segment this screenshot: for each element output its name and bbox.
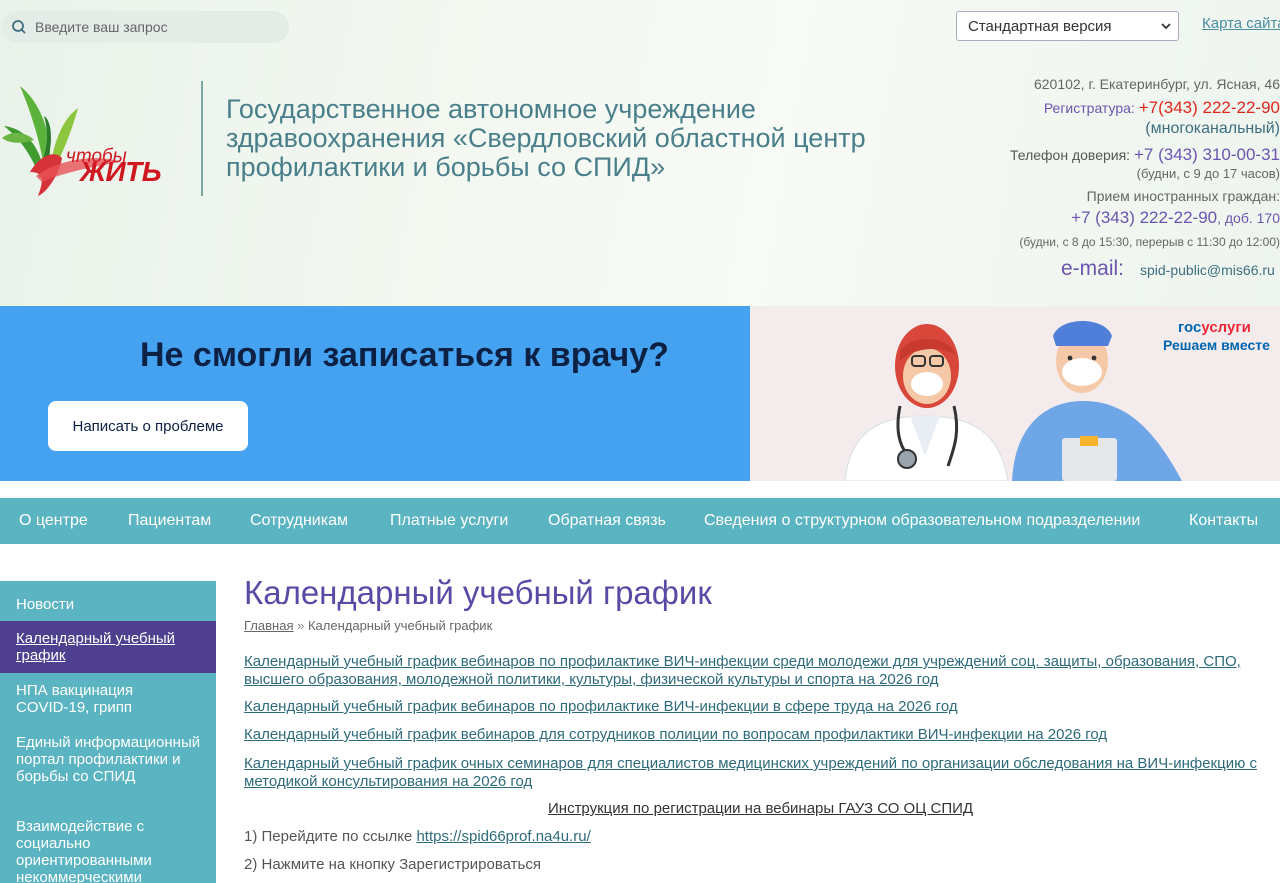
header-divider [201,81,203,196]
site-header: Стандартная версия Карта сайта чтобы ЖИТ… [0,0,1280,306]
sidebar-item-news[interactable]: Новости [0,596,216,613]
gosuslugi-logo-part2: услуги [1201,319,1251,336]
breadcrumb-separator: » [297,618,305,633]
search-icon [12,20,26,34]
step-1: 1) Перейдите по ссылке https://spid66pro… [244,828,591,845]
banner-left: Не смогли записаться к врачу? Написать о… [0,306,750,481]
nav-item-feedback[interactable]: Обратная связь [548,512,666,530]
trust-hours: (будни, с 9 до 17 часов) [1136,166,1280,181]
foreign-ext: , доб. 170 [1217,210,1280,226]
nav-item-edu-division[interactable]: Сведения о структурном образовательном п… [704,512,1140,530]
version-select[interactable]: Стандартная версия [956,11,1179,41]
banner-title: Не смогли записаться к врачу? [140,336,669,374]
sidebar-item-portal[interactable]: Единый информационный портал профилактик… [0,734,216,785]
gosuslugi-logo[interactable]: госуслуги [1178,319,1251,336]
search-bar[interactable] [2,11,289,43]
write-problem-button[interactable]: Написать о проблеме [48,401,248,451]
registration-link[interactable]: https://spid66prof.na4u.ru/ [416,828,590,845]
banner-illustration: госуслуги Решаем вместе [750,306,1280,481]
doc-link-youth[interactable]: Календарный учебный график вебинаров по … [244,653,1274,689]
breadcrumb-home[interactable]: Главная [244,618,293,633]
org-name: Государственное автономное учреждение зд… [226,95,926,182]
sidebar-item-calendar[interactable]: Календарный учебный график [0,621,216,673]
gosuslugi-subtitle: Решаем вместе [1163,337,1270,353]
sidebar-item-vaccination[interactable]: НПА вакцинация COVID-19, грипп [0,682,216,716]
nav-item-about[interactable]: О центре [19,512,88,530]
sidebar: Новости Календарный учебный график НПА в… [0,581,216,883]
nav-item-paid-services[interactable]: Платные услуги [390,512,508,530]
nav-item-patients[interactable]: Пациентам [128,512,211,530]
registry-phone[interactable]: +7(343) 222-22-90 [1139,98,1280,117]
doc-link-police[interactable]: Календарный учебный график вебинаров для… [244,726,1274,744]
main-nav: О центре Пациентам Сотрудникам Платные у… [0,498,1280,544]
email-link[interactable]: spid-public@mis66.ru [1140,262,1275,278]
step-1-text: 1) Перейдите по ссылке [244,828,413,845]
doc-link-medical[interactable]: Календарный учебный график очных семинар… [244,755,1274,791]
org-name-line3: профилактики и борьбы со СПИД» [226,152,666,182]
foreign-label: Прием иностранных граждан: [1086,188,1280,204]
version-select-value: Стандартная версия [968,17,1112,35]
trust-phone[interactable]: +7 (343) 310-00-31 [1134,145,1280,164]
instruction-heading: Инструкция по регистрации на вебинары ГА… [548,800,974,817]
chevron-down-icon [1161,23,1171,30]
registry-label: Регистратура: [1043,100,1135,116]
foreign-phone[interactable]: +7 (343) 222-22-90 [1071,208,1217,227]
registry-contact: Регистратура: +7(343) 222-22-90 [1044,98,1280,118]
sitemap-link[interactable]: Карта сайта [1202,15,1280,32]
registry-note: (многоканальный) [1145,120,1280,137]
trust-label: Телефон доверия: [1010,147,1131,163]
search-input[interactable] [35,19,275,35]
address: 620102, г. Екатеринбург, ул. Ясная, 46 [1033,76,1280,92]
doc-link-labor[interactable]: Календарный учебный график вебинаров по … [244,698,1274,716]
breadcrumb: Главная » Календарный учебный график [244,618,492,633]
nav-item-staff[interactable]: Сотрудникам [250,512,348,530]
page-title: Календарный учебный график [244,574,712,611]
logo-text-big: ЖИТЬ [80,156,162,187]
foreign-hours: (будни, с 8 до 15:30, перерыв с 11:30 до… [1019,235,1280,249]
org-name-line2: здравоохранения «Свердловский областной … [226,123,866,153]
gosuslugi-logo-part1: гос [1178,319,1202,336]
org-name-line1: Государственное автономное учреждение [226,94,756,124]
nav-item-contacts[interactable]: Контакты [1189,512,1258,530]
email-label: e-mail: [1061,257,1125,280]
step-2: 2) Нажмите на кнопку Зарегистрироваться [244,856,541,873]
gosuslugi-banner: Не смогли записаться к врачу? Написать о… [0,306,1280,481]
trust-contact: Телефон доверия: +7 (343) 310-00-31 [1010,145,1280,165]
foreign-contact: +7 (343) 222-22-90, доб. 170 [1071,208,1280,228]
sidebar-item-nko[interactable]: Взаимодействие с социально ориентированн… [0,818,216,883]
breadcrumb-current: Календарный учебный график [307,618,493,633]
